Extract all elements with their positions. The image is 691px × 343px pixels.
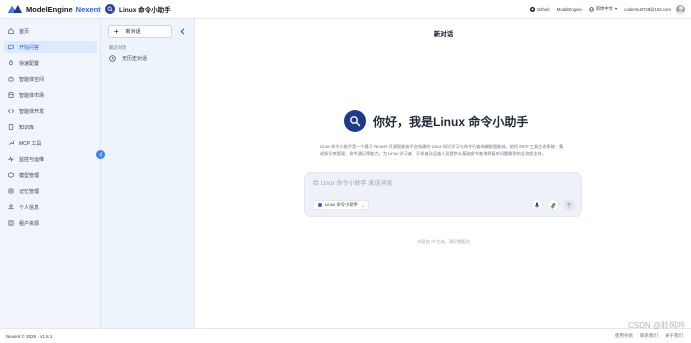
model-icon [8, 172, 14, 178]
agent-avatar-icon [105, 4, 115, 14]
sidebar-item-memory-management[interactable]: 记忆管理 [4, 185, 97, 197]
github-icon [529, 6, 535, 12]
sidebar-item-knowledge-base[interactable]: 知识库 [4, 121, 97, 133]
ai-disclaimer: 内容由 AI 生成，请仔细甄别 [417, 239, 470, 244]
sidebar-item-mcp-tools[interactable]: MCP 工具 [4, 137, 97, 149]
chat-input-box: Linux 命令小助手 ⌄ [304, 172, 582, 217]
page-title: 新对话 [433, 31, 454, 38]
microphone-icon [534, 201, 540, 209]
watermark: CSDN @聆风吟 [627, 321, 685, 330]
message-input[interactable] [313, 178, 568, 189]
conversation-panel: + 新对话 最近对话 无历史对话 [101, 19, 195, 328]
chevron-down-icon: ⌄ [360, 202, 365, 208]
collapse-panel-button[interactable] [178, 27, 186, 36]
agent-selector[interactable]: Linux 命令小助手 ⌄ [313, 200, 370, 210]
chevron-left-icon [98, 152, 102, 157]
welcome-text: 你好，我是Linux 命令小助手 [373, 114, 529, 129]
footer-link-terms[interactable]: 使用条款 [615, 333, 633, 339]
sidebar-item-home[interactable]: 首页 [4, 25, 97, 37]
language-selector[interactable]: 简体中文 ▾ [588, 6, 618, 12]
sidebar-item-tenant-resources[interactable]: 租户资源 [4, 217, 97, 229]
rocket-icon [8, 60, 14, 66]
github-link[interactable]: Github [529, 6, 550, 12]
footer: Nexent © 2026 · v1.8.1 使用条款 联系我们 关于我们 [0, 328, 691, 343]
sidebar-item-model-management[interactable]: 模型管理 [4, 169, 97, 181]
welcome-heading: 你好，我是Linux 命令小助手 [344, 110, 528, 132]
agent-name: Linux 命令小助手 [119, 7, 171, 14]
main-sidebar: 首页 开始问答 快速配置 智能体空间 智能体市场 智能体开发 知识库 MCP 工… [0, 19, 101, 328]
sidebar-collapse-button[interactable] [96, 150, 105, 159]
sidebar-item-monitoring[interactable]: 监控与运维 [4, 153, 97, 165]
footer-link-about[interactable]: 关于我们 [665, 333, 683, 339]
top-bar-actions: Github ModelEngine 简体中文 ▾ codertsu0728@1… [529, 4, 685, 14]
sidebar-item-agent-space[interactable]: 智能体空间 [4, 73, 97, 85]
current-agent: Linux 命令小助手 [105, 4, 171, 14]
monitor-icon [8, 156, 14, 162]
user-email[interactable]: codertsu0728@163.com [624, 7, 671, 12]
sidebar-item-start-chat[interactable]: 开始问答 [4, 41, 97, 53]
agent-avatar-icon [344, 110, 366, 132]
memory-icon [8, 188, 14, 194]
home-icon [8, 28, 14, 34]
footer-link-contact[interactable]: 联系我们 [640, 333, 658, 339]
send-button[interactable] [563, 199, 575, 211]
sidebar-item-agent-dev[interactable]: 智能体开发 [4, 105, 97, 117]
modelengine-logo-icon [8, 4, 22, 14]
code-icon [8, 108, 14, 114]
chat-icon [8, 44, 14, 50]
agent-dot-icon [318, 203, 322, 207]
tool-icon [8, 140, 14, 146]
tenant-icon [8, 220, 14, 226]
bot-icon [8, 76, 14, 82]
paperclip-icon [550, 202, 556, 208]
user-icon [8, 204, 14, 210]
chevron-left-icon [180, 28, 184, 35]
brand-name: ModelEngine Nexent [26, 4, 101, 14]
top-bar: ModelEngine Nexent Linux 命令小助手 Github Mod… [0, 0, 691, 19]
globe-icon [588, 6, 594, 12]
version-info: Nexent © 2026 · v1.8.1 [6, 333, 53, 339]
recent-conversations-label: 最近对话 [109, 45, 127, 50]
brand-logo[interactable]: ModelEngine Nexent [8, 4, 104, 14]
book-icon [8, 124, 14, 130]
clock-icon [109, 55, 116, 62]
modelengine-link[interactable]: ModelEngine [557, 7, 582, 12]
sidebar-item-quick-config[interactable]: 快速配置 [4, 57, 97, 69]
user-avatar[interactable] [676, 4, 685, 14]
chevron-down-icon: ▾ [614, 6, 618, 11]
agent-description: Linux 命令小助手是一个基于 Nexent 开源智能体平台构建的 Linux… [320, 144, 564, 157]
plus-icon: + [114, 26, 119, 36]
empty-history: 无历史对话 [109, 55, 147, 62]
sidebar-item-profile[interactable]: 个人信息 [4, 201, 97, 213]
store-icon [8, 92, 14, 98]
attach-button[interactable] [547, 199, 559, 211]
arrow-up-icon [566, 202, 572, 208]
new-chat-button[interactable]: + 新对话 [108, 25, 172, 38]
footer-links: 使用条款 联系我们 关于我们 [608, 333, 683, 339]
app-window: ModelEngine Nexent Linux 命令小助手 Github Mod… [0, 0, 691, 343]
voice-input-button[interactable] [531, 199, 543, 211]
sidebar-item-agent-market[interactable]: 智能体市场 [4, 89, 97, 101]
chat-main: 新对话 你好，我是Linux 命令小助手 Linux 命令小助手是一个基于 Ne… [196, 19, 691, 328]
